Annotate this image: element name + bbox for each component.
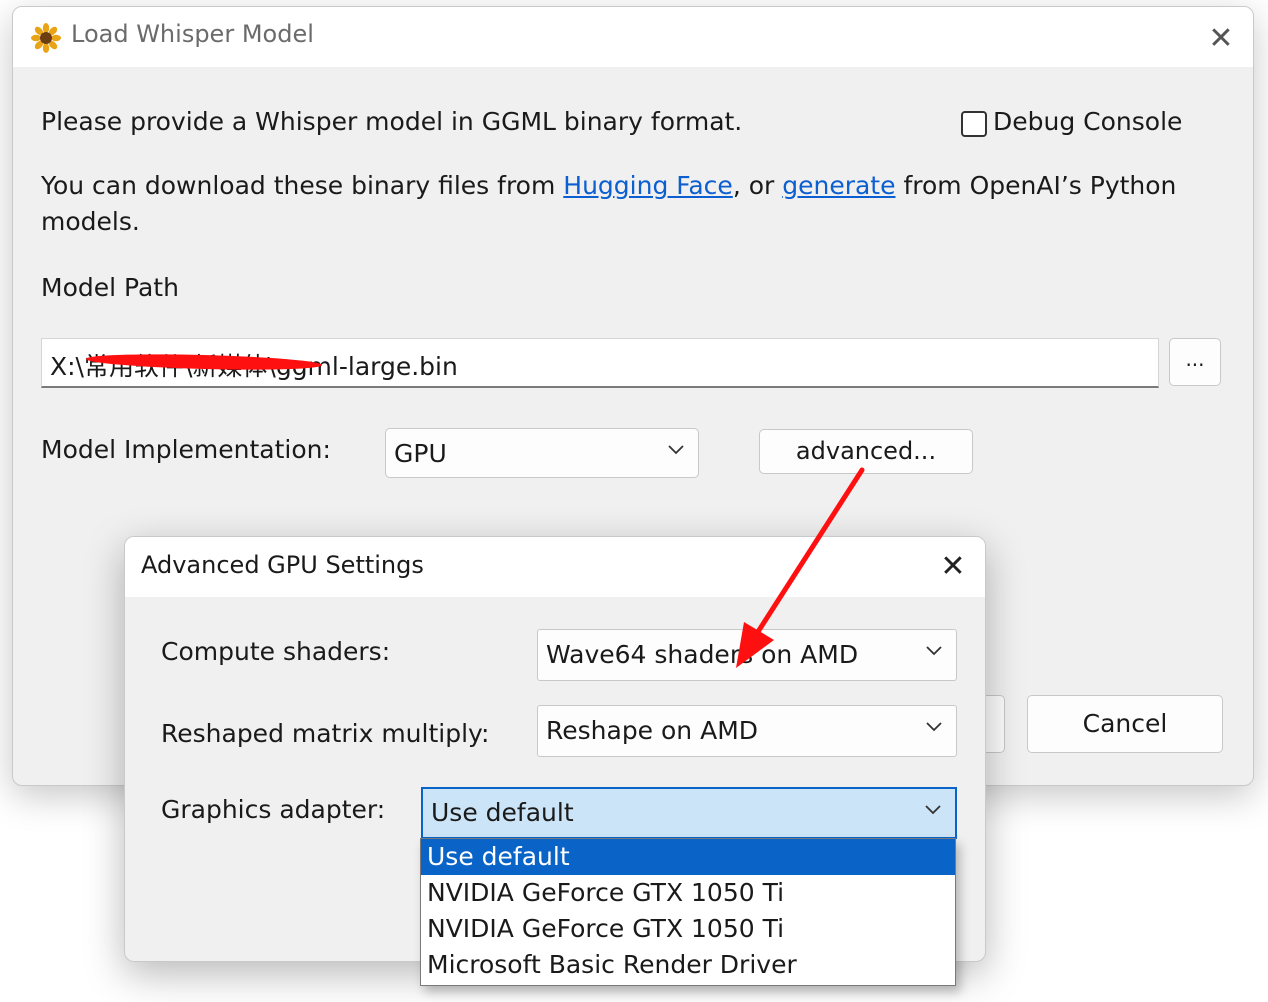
dialog-title: Advanced GPU Settings — [141, 551, 424, 579]
graphics-adapter-select[interactable]: Use default — [421, 787, 957, 839]
close-icon[interactable]: ✕ — [1199, 19, 1243, 59]
download-text-middle: , or — [732, 171, 783, 200]
chevron-down-icon — [926, 722, 942, 732]
advanced-button[interactable]: advanced... — [759, 429, 973, 474]
dropdown-option-use-default[interactable]: Use default — [421, 839, 955, 875]
browse-button[interactable]: ... — [1169, 338, 1221, 386]
graphics-adapter-dropdown-list: Use default NVIDIA GeForce GTX 1050 Ti N… — [420, 838, 956, 986]
dialog-title-bar: Advanced GPU Settings ✕ — [125, 537, 985, 597]
sunflower-icon — [31, 23, 61, 53]
dropdown-option-nvidia-1[interactable]: NVIDIA GeForce GTX 1050 Ti — [421, 875, 955, 911]
reshaped-matmul-value: Reshape on AMD — [546, 716, 759, 745]
model-path-input[interactable]: X:\常用软件\新媒体\ggml-large.bin — [41, 338, 1159, 388]
download-text-before: You can download these binary files from — [41, 171, 564, 200]
chevron-down-icon — [925, 805, 941, 815]
download-info-text-line2: models. — [41, 207, 140, 236]
graphics-adapter-label: Graphics adapter: — [161, 795, 386, 824]
chevron-down-icon — [668, 445, 684, 455]
compute-shaders-label: Compute shaders: — [161, 637, 391, 666]
cancel-button[interactable]: Cancel — [1027, 695, 1223, 753]
compute-shaders-value: Wave64 shaders on AMD — [546, 640, 859, 669]
model-path-label: Model Path — [41, 273, 179, 302]
compute-shaders-select[interactable]: Wave64 shaders on AMD — [537, 629, 957, 681]
hugging-face-link[interactable]: Hugging Face — [563, 171, 733, 200]
chevron-down-icon — [926, 646, 942, 656]
reshaped-matmul-label: Reshaped matrix multiply: — [161, 719, 490, 748]
generate-link[interactable]: generate — [782, 171, 895, 200]
model-implementation-label: Model Implementation: — [41, 435, 331, 464]
intro-text: Please provide a Whisper model in GGML b… — [41, 107, 743, 136]
reshaped-matmul-select[interactable]: Reshape on AMD — [537, 705, 957, 757]
download-text-after: from OpenAI’s Python — [895, 171, 1177, 200]
debug-console-checkbox[interactable] — [961, 111, 987, 137]
title-bar: Load Whisper Model ✕ — [13, 7, 1253, 67]
window-title: Load Whisper Model — [71, 20, 314, 48]
close-icon[interactable]: ✕ — [931, 547, 975, 587]
dropdown-option-nvidia-2[interactable]: NVIDIA GeForce GTX 1050 Ti — [421, 911, 955, 947]
graphics-adapter-value: Use default — [431, 798, 574, 827]
model-implementation-value: GPU — [394, 439, 447, 468]
model-implementation-select[interactable]: GPU — [385, 428, 699, 478]
download-info-text: You can download these binary files from… — [41, 171, 1176, 200]
dropdown-option-microsoft-basic[interactable]: Microsoft Basic Render Driver — [421, 947, 955, 983]
debug-console-label[interactable]: Debug Console — [993, 107, 1182, 136]
